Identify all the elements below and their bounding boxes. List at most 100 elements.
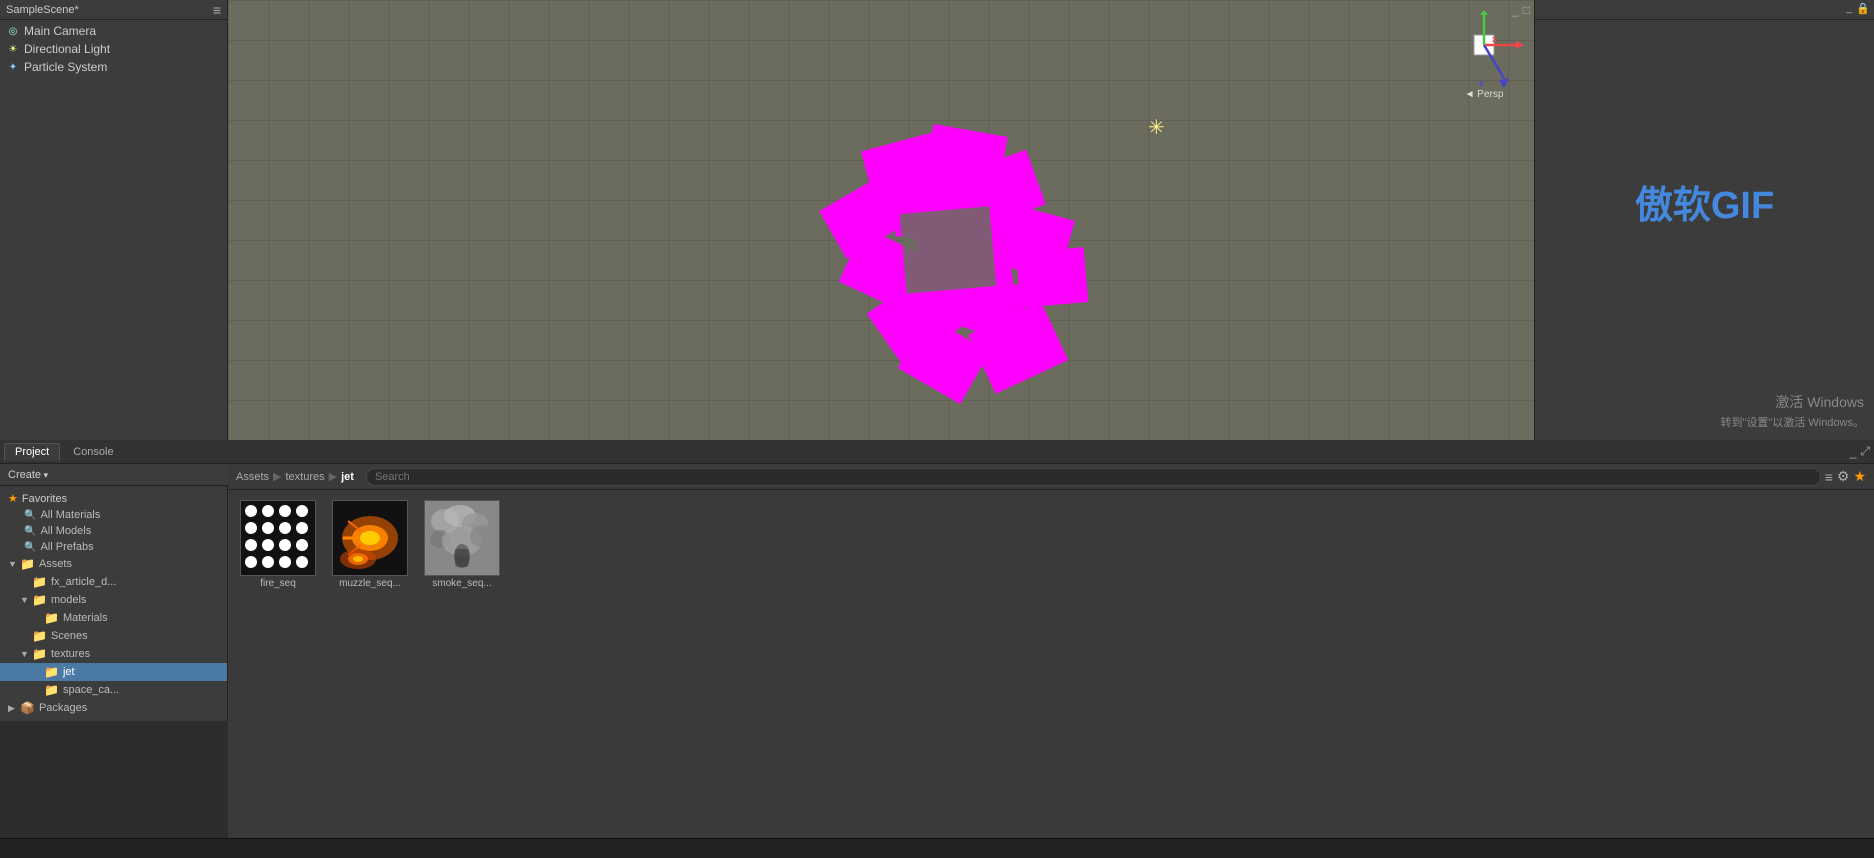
breadcrumb-sep-2: ▶ bbox=[329, 470, 337, 483]
create-bar: Create bbox=[0, 464, 228, 486]
all-materials-label: All Materials bbox=[40, 509, 100, 521]
search-icon-materials: 🔍 bbox=[24, 510, 36, 521]
packages-arrow: ▶ bbox=[8, 703, 20, 714]
space-ca-label: space_ca... bbox=[63, 684, 119, 696]
breadcrumb-sep-1: ▶ bbox=[273, 470, 281, 483]
gizmo-axis-x-label: x bbox=[1492, 34, 1497, 44]
asset-browser-toolbar: Assets ▶ textures ▶ jet ≡ ⚙ ★ bbox=[228, 464, 1874, 490]
create-button[interactable]: Create bbox=[8, 469, 48, 481]
camera-icon: ◎ bbox=[6, 24, 20, 38]
assets-label: Assets bbox=[39, 558, 72, 570]
jet-label: jet bbox=[63, 666, 75, 678]
fire-seq-label: fire_seq bbox=[260, 578, 296, 589]
asset-icons-area: fire_seq bbox=[228, 490, 1874, 599]
project-left-column: Create ★ Favorites 🔍 All Materials 🔍 All… bbox=[0, 464, 228, 838]
fire-seq-svg bbox=[241, 501, 315, 575]
breadcrumb-assets[interactable]: Assets bbox=[236, 471, 269, 483]
fire-seq-thumb bbox=[240, 500, 316, 576]
muzzle-seq-svg bbox=[333, 501, 407, 575]
materials-item[interactable]: 📁 Materials bbox=[0, 609, 227, 627]
bottom-area: Project Console _ ⤢ Create ★ Favorites 🔍… bbox=[0, 440, 1874, 858]
models-folder-icon: 📁 bbox=[32, 593, 47, 607]
textures-label: textures bbox=[51, 648, 90, 660]
inspector-minimize[interactable]: _ bbox=[1846, 2, 1852, 17]
hierarchy-header: SampleScene* ≡ bbox=[0, 0, 227, 20]
asset-list-view-icon[interactable]: ≡ bbox=[1825, 469, 1833, 485]
scenes-folder-icon: 📁 bbox=[32, 629, 47, 643]
particles-container bbox=[748, 120, 1228, 420]
jet-folder-icon: 📁 bbox=[44, 665, 59, 679]
assets-root[interactable]: ▼ 📁 Assets bbox=[0, 555, 227, 573]
scenes-label: Scenes bbox=[51, 630, 88, 642]
breadcrumb-jet[interactable]: jet bbox=[341, 471, 354, 483]
main-camera-label: Main Camera bbox=[24, 24, 96, 38]
all-prefabs-item[interactable]: 🔍 All Prefabs bbox=[0, 539, 227, 555]
favorites-label: Favorites bbox=[22, 493, 67, 505]
all-models-item[interactable]: 🔍 All Models bbox=[0, 523, 227, 539]
all-models-label: All Models bbox=[40, 525, 91, 537]
fx-folder-icon: 📁 bbox=[32, 575, 47, 589]
muzzle-seq-thumb bbox=[332, 500, 408, 576]
packages-label: Packages bbox=[39, 702, 87, 714]
packages-folder-icon: 📦 bbox=[20, 701, 35, 715]
scenes-item[interactable]: 📁 Scenes bbox=[0, 627, 227, 645]
packages-item[interactable]: ▶ 📦 Packages bbox=[0, 699, 227, 717]
tab-bar: Project Console _ ⤢ bbox=[0, 440, 1874, 464]
muzzle-seq-label: muzzle_seq... bbox=[339, 578, 401, 589]
asset-browser: Assets ▶ textures ▶ jet ≡ ⚙ ★ bbox=[228, 464, 1874, 838]
search-icon-models: 🔍 bbox=[24, 526, 36, 537]
assets-folder-icon: 📁 bbox=[20, 557, 35, 571]
fx-article-item[interactable]: 📁 fx_article_d... bbox=[0, 573, 227, 591]
favorites-header[interactable]: ★ Favorites bbox=[0, 490, 227, 507]
asset-filter-icon[interactable]: ⚙ bbox=[1837, 468, 1850, 485]
textures-folder-icon: 📁 bbox=[32, 647, 47, 661]
tab-console[interactable]: Console bbox=[62, 443, 124, 461]
hierarchy-item-main-camera[interactable]: ◎ Main Camera bbox=[0, 22, 227, 40]
textures-arrow: ▼ bbox=[20, 649, 32, 659]
scene-view-wrapper: _ □ x z bbox=[228, 0, 1874, 440]
models-item[interactable]: ▼ 📁 models bbox=[0, 591, 227, 609]
scene-view[interactable]: _ □ x z bbox=[228, 0, 1534, 440]
inspector-lock[interactable]: 🔒 bbox=[1856, 2, 1870, 17]
project-content: Create ★ Favorites 🔍 All Materials 🔍 All… bbox=[0, 464, 1874, 838]
project-sidebar: ★ Favorites 🔍 All Materials 🔍 All Models… bbox=[0, 486, 228, 721]
space-ca-folder-icon: 📁 bbox=[44, 683, 59, 697]
project-panel-minimize[interactable]: _ bbox=[1850, 445, 1857, 459]
directional-light-label: Directional Light bbox=[24, 42, 110, 56]
particles-svg bbox=[748, 120, 1228, 430]
activate-windows-text: 激活 Windows bbox=[1545, 392, 1864, 412]
space-ca-item[interactable]: 📁 space_ca... bbox=[0, 681, 227, 699]
smoke-seq-label: smoke_seq... bbox=[432, 578, 491, 589]
hierarchy-title: SampleScene* bbox=[6, 4, 79, 16]
asset-favorite-icon[interactable]: ★ bbox=[1853, 468, 1866, 485]
hierarchy-content: ◎ Main Camera ☀ Directional Light ✦ Part… bbox=[0, 20, 227, 78]
hierarchy-item-particle-system[interactable]: ✦ Particle System bbox=[0, 58, 227, 76]
gizmo-axis-z-label: z bbox=[1479, 78, 1484, 88]
models-label: models bbox=[51, 594, 86, 606]
tab-project[interactable]: Project bbox=[4, 443, 60, 461]
particle-icon: ✦ bbox=[6, 60, 20, 74]
smoke-seq-svg bbox=[425, 501, 499, 575]
inspector-panel: _ 🔒 傲软GIF 激活 Windows 转到"设置"以激活 Windows。 bbox=[1534, 0, 1874, 440]
activate-windows-sub: 转到"设置"以激活 Windows。 bbox=[1545, 414, 1864, 430]
hierarchy-item-directional-light[interactable]: ☀ Directional Light bbox=[0, 40, 227, 58]
asset-smoke-seq[interactable]: smoke_seq... bbox=[422, 500, 502, 589]
asset-muzzle-seq[interactable]: muzzle_seq... bbox=[330, 500, 410, 589]
all-materials-item[interactable]: 🔍 All Materials bbox=[0, 507, 227, 523]
particle-system-label: Particle System bbox=[24, 60, 107, 74]
gizmo[interactable]: x z ◄ Persp bbox=[1444, 10, 1524, 100]
all-prefabs-label: All Prefabs bbox=[40, 541, 93, 553]
breadcrumb: Assets ▶ textures ▶ jet bbox=[236, 470, 354, 483]
asset-fire-seq[interactable]: fire_seq bbox=[238, 500, 318, 589]
hierarchy-panel: SampleScene* ≡ ◎ Main Camera ☀ Direction… bbox=[0, 0, 228, 440]
search-icon-prefabs: 🔍 bbox=[24, 542, 36, 553]
asset-search-input[interactable] bbox=[366, 468, 1821, 486]
breadcrumb-textures[interactable]: textures bbox=[285, 471, 324, 483]
project-panel-expand[interactable]: ⤢ bbox=[1860, 444, 1870, 459]
models-arrow: ▼ bbox=[20, 595, 32, 605]
gizmo-persp-label: ◄ Persp bbox=[1465, 89, 1504, 100]
hierarchy-menu-icon[interactable]: ≡ bbox=[213, 2, 221, 18]
assets-arrow: ▼ bbox=[8, 559, 20, 569]
textures-item[interactable]: ▼ 📁 textures bbox=[0, 645, 227, 663]
jet-item[interactable]: 📁 jet bbox=[0, 663, 227, 681]
